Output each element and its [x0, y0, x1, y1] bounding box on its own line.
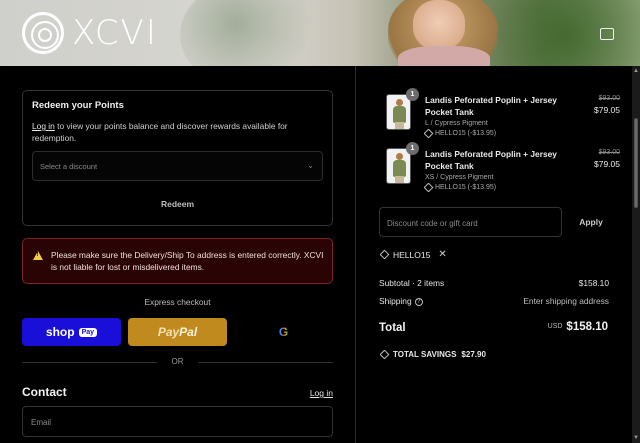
shop-pay-text: shop — [45, 325, 75, 339]
subtotal-label: Subtotal · 2 items — [379, 278, 445, 288]
chevron-down-icon: ⌄ — [307, 161, 314, 170]
subtotal-row: Subtotal · 2 items $158.10 — [379, 278, 609, 288]
discount-select-placeholder: Select a discount — [40, 162, 98, 171]
address-warning-banner: Please make sure the Delivery/Ship To ad… — [22, 238, 333, 284]
product-name: Landis Peforated Poplin + Jersey Pocket … — [425, 95, 557, 117]
applied-discount-chip: HELLO15 ✕ — [379, 249, 447, 260]
shop-pay-button[interactable]: shop Pay — [22, 318, 121, 346]
quantity-badge: 1 — [406, 88, 419, 101]
total-value: USD $158.10 — [548, 321, 608, 333]
order-summary: 1 Landis Peforated Poplin + Jersey Pocke… — [355, 66, 640, 443]
page-scrollbar[interactable]: ▲ ▼ — [632, 66, 640, 443]
discount-select[interactable]: Select a discount ⌄ — [32, 151, 323, 181]
google-icon: G — [278, 325, 289, 339]
shop-pay-badge: Pay — [78, 327, 98, 337]
points-login-link[interactable]: Log in — [32, 121, 55, 131]
redeem-points-title: Redeem your Points — [32, 100, 124, 111]
scrollbar-thumb[interactable] — [634, 118, 638, 208]
apply-button[interactable]: Apply — [569, 207, 613, 237]
product-name: Landis Peforated Poplin + Jersey Pocket … — [425, 149, 557, 171]
scroll-down-icon[interactable]: ▼ — [633, 435, 639, 441]
redeem-button[interactable]: Redeem — [32, 191, 323, 217]
brand-logo[interactable]: XCVI — [22, 12, 158, 54]
original-price: $93.00 — [598, 95, 620, 102]
tag-icon — [379, 349, 390, 360]
tag-icon — [423, 128, 434, 139]
divider-line — [198, 362, 333, 363]
info-icon[interactable]: ? — [414, 297, 423, 306]
applied-code: HELLO15 — [393, 249, 431, 260]
tag-icon — [379, 249, 390, 260]
item-discount-text: HELLO15 (-$13.95) — [435, 130, 497, 137]
total-savings: TOTAL SAVINGS $27.90 — [379, 349, 486, 360]
total-amount: $158.10 — [566, 321, 608, 333]
banner-model-image — [398, 46, 490, 66]
shipping-row: Shipping? Enter shipping address — [379, 296, 609, 306]
paypal-logo-pay: Pay — [157, 325, 180, 339]
redeem-points-description: Log in to view your points balance and d… — [32, 120, 322, 144]
shipping-value: Enter shipping address — [523, 296, 609, 306]
email-placeholder: Email — [31, 418, 52, 427]
cart-icon[interactable] — [600, 28, 614, 40]
item-discount: HELLO15 (-$13.95) — [423, 128, 497, 139]
quantity-badge: 1 — [406, 142, 419, 155]
product-variant: L / Cypress Pigment — [425, 120, 488, 127]
email-field[interactable]: Email — [22, 406, 333, 437]
savings-value: $27.90 — [461, 350, 486, 359]
total-currency: USD — [547, 323, 563, 331]
close-icon[interactable]: ✕ — [438, 249, 446, 260]
discount-code-placeholder: Discount code or gift card — [387, 219, 478, 228]
tag-icon — [423, 182, 434, 193]
savings-label: TOTAL SAVINGS — [393, 350, 457, 359]
sale-price: $79.05 — [594, 105, 620, 115]
paypal-logo-pal: Pal — [179, 325, 198, 339]
shipping-label: Shipping — [379, 296, 412, 306]
contact-heading: Contact — [22, 385, 67, 399]
redeem-points-card: Redeem your Points Log in to view your p… — [22, 90, 333, 226]
logo-mark-icon — [22, 12, 64, 54]
sale-price: $79.05 — [594, 159, 620, 169]
cart-line-item: 1 Landis Peforated Poplin + Jersey Pocke… — [386, 142, 620, 193]
header-banner: XCVI — [0, 0, 640, 66]
banner-foliage — [180, 0, 320, 66]
cart-line-item: 1 Landis Peforated Poplin + Jersey Pocke… — [386, 88, 620, 139]
scroll-up-icon[interactable]: ▲ — [633, 68, 639, 74]
warning-triangle-icon — [33, 251, 43, 260]
banner-model-image — [413, 0, 465, 50]
item-discount-text: HELLO15 (-$13.95) — [435, 184, 497, 191]
brand-name: XCVI — [72, 13, 158, 53]
product-variant: XS / Cypress Pigment — [425, 174, 494, 181]
contact-login-link[interactable]: Log in — [310, 388, 333, 398]
paypal-logo: PayPal — [158, 325, 197, 339]
express-checkout-label: Express checkout — [144, 297, 211, 307]
item-discount: HELLO15 (-$13.95) — [423, 182, 497, 193]
subtotal-value: $158.10 — [578, 278, 609, 288]
paypal-button[interactable]: PayPal — [128, 318, 227, 346]
google-pay-button[interactable]: G — [234, 318, 333, 346]
or-divider: OR — [22, 356, 333, 368]
checkout-form: Redeem your Points Log in to view your p… — [0, 66, 355, 443]
original-price: $93.00 — [598, 149, 620, 156]
warning-text: Please make sure the Delivery/Ship To ad… — [51, 250, 324, 272]
total-label: Total — [379, 322, 406, 334]
discount-code-input[interactable]: Discount code or gift card — [379, 207, 562, 237]
points-description-text: to view your points balance and discover… — [32, 121, 288, 143]
